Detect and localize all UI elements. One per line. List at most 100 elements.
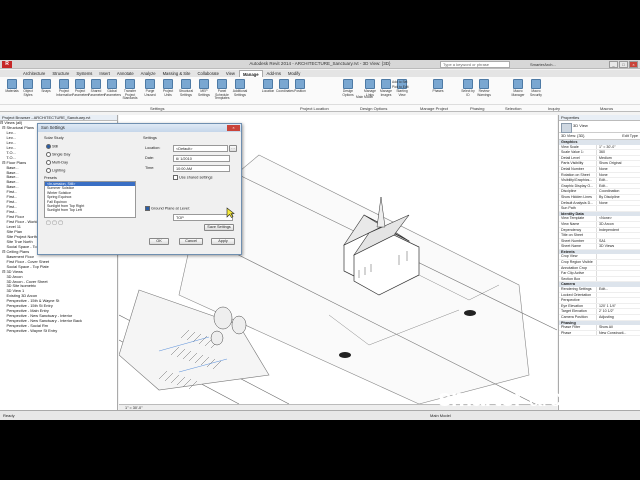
ribbon-button-panel-schedule-templates[interactable]: Panel Schedule Templates xyxy=(214,79,230,101)
ribbon-button-phases[interactable]: Phases xyxy=(430,79,446,101)
property-value[interactable]: Edit... xyxy=(596,178,640,183)
property-value[interactable]: 360 xyxy=(596,150,640,155)
tab-view[interactable]: View xyxy=(223,70,238,77)
tab-manage[interactable]: Manage xyxy=(238,70,263,77)
property-value[interactable]: Edit... xyxy=(596,183,640,189)
tab-architecture[interactable]: Architecture xyxy=(20,70,48,77)
property-value[interactable]: 2' 10 1/2" xyxy=(596,309,640,314)
property-value[interactable]: 1" = 30'-0" xyxy=(596,144,640,150)
ribbon-button-mep-settings[interactable]: MEP Settings xyxy=(196,79,212,101)
presets-list[interactable]: <In-session, Still> Summer Solstice Winter… xyxy=(44,181,136,218)
ribbon-button-macro-security[interactable]: Macro Security xyxy=(528,79,544,101)
ground-plane-level-select[interactable]: TOP xyxy=(173,214,233,221)
ribbon-button-project-information[interactable]: Project Information xyxy=(56,79,73,101)
instance-selector[interactable]: 3D View: {3D} Edit Type xyxy=(559,133,640,140)
property-value[interactable]: New Constructi... xyxy=(596,330,640,336)
property-value[interactable]: 120' 1 1/4" xyxy=(596,303,640,309)
property-value[interactable]: Edit... xyxy=(596,287,640,292)
tab-analyze[interactable]: Analyze xyxy=(138,70,159,77)
main-model-select[interactable]: Main Model xyxy=(356,95,373,100)
ribbon-button-coordinates[interactable]: Coordinates xyxy=(276,79,294,101)
radio-lighting[interactable]: Lighting xyxy=(46,168,65,173)
tab-modify[interactable]: Modify xyxy=(285,70,303,77)
maximize-button[interactable]: □ xyxy=(619,61,628,68)
ribbon-button-project-units[interactable]: Project Units xyxy=(160,79,176,101)
preset-toolbar-icons[interactable]: ▢ ▢ ▢ xyxy=(46,220,63,226)
tab-add-ins[interactable]: Add-Ins xyxy=(264,70,284,77)
location-browse-button[interactable]: … xyxy=(229,145,237,152)
preset-item[interactable]: Sunlight from Top Left xyxy=(45,208,135,212)
radio-single-day[interactable]: Single Day xyxy=(46,152,70,157)
use-shared-settings-checkbox[interactable]: Use shared settings xyxy=(173,175,213,180)
property-value[interactable] xyxy=(596,254,640,260)
tab-structure[interactable]: Structure xyxy=(49,70,72,77)
property-value[interactable]: Independent xyxy=(596,227,640,233)
ribbon-button-label: Object Styles xyxy=(23,89,33,97)
ribbon-button-location[interactable]: Location xyxy=(260,79,276,101)
property-value[interactable] xyxy=(596,206,640,211)
ok-button[interactable]: OK xyxy=(149,238,169,245)
ribbon-button-position[interactable]: Position xyxy=(292,79,308,101)
close-button[interactable]: × xyxy=(629,61,638,68)
ribbon-button-object-styles[interactable]: Object Styles xyxy=(20,79,36,101)
property-value[interactable]: SA1 xyxy=(596,238,640,244)
edit-type-button[interactable]: Edit Type xyxy=(622,133,640,140)
browser-tree-item[interactable]: Perspective - Wayne St Entry xyxy=(0,328,117,334)
ribbon-button-transfer-project-standards[interactable]: Transfer Project Standards xyxy=(122,79,138,101)
coordinates-icon xyxy=(279,79,289,89)
tab-massing-site[interactable]: Massing & Site xyxy=(160,70,194,77)
property-value[interactable]: <None> xyxy=(596,216,640,221)
time-field[interactable]: 10:00 AM xyxy=(173,165,230,172)
ribbon-button-global-parameters[interactable]: Global Parameters xyxy=(104,79,121,101)
ribbon-button-macro-manager[interactable]: Macro Manager xyxy=(510,79,526,101)
cancel-button[interactable]: Cancel xyxy=(179,238,203,245)
property-value[interactable] xyxy=(596,233,640,238)
ribbon-button-project-parameters[interactable]: Project Parameters xyxy=(72,79,89,101)
property-value[interactable]: Medium xyxy=(596,155,640,161)
property-value[interactable]: Show All xyxy=(596,325,640,330)
property-name: View Name xyxy=(561,221,580,226)
ribbon-button-materials[interactable]: Materials xyxy=(4,79,20,101)
property-value[interactable] xyxy=(596,276,640,282)
property-value[interactable]: Show Original xyxy=(596,161,640,166)
property-value[interactable] xyxy=(596,265,640,271)
ribbon-button-additional-settings[interactable]: Additional Settings xyxy=(232,79,248,101)
property-value[interactable]: None xyxy=(596,172,640,178)
radio-multi-day[interactable]: Multi-Day xyxy=(46,160,68,165)
ribbon-button-design-options[interactable]: Design Options xyxy=(340,79,356,101)
ribbon-button-structural-settings[interactable]: Structural Settings xyxy=(178,79,194,101)
tab-insert[interactable]: Insert xyxy=(96,70,112,77)
property-value[interactable] xyxy=(596,292,640,298)
type-selector[interactable]: 3D View xyxy=(559,121,640,133)
tab-systems[interactable]: Systems xyxy=(73,70,95,77)
property-value[interactable]: 3D Arcon xyxy=(596,221,640,227)
property-value[interactable] xyxy=(596,260,640,265)
tab-annotate[interactable]: Annotate xyxy=(114,70,137,77)
property-value[interactable]: By Discipline xyxy=(596,194,640,200)
property-value[interactable]: None xyxy=(596,166,640,172)
property-value[interactable] xyxy=(596,271,640,276)
minimize-button[interactable]: _ xyxy=(609,61,618,68)
search-input[interactable]: Type a keyword or phrase xyxy=(440,61,510,68)
tab-collaborate[interactable]: Collaborate xyxy=(195,70,222,77)
property-value[interactable] xyxy=(596,298,640,303)
radio-still[interactable]: Still xyxy=(46,144,58,149)
ribbon-button-shared-parameters[interactable]: Shared Parameters xyxy=(88,79,105,101)
date-field[interactable]: 6/ 1/2010 xyxy=(173,155,230,162)
ribbon-button-snaps[interactable]: Snaps xyxy=(38,79,54,101)
property-value[interactable]: Adjusting xyxy=(596,315,640,320)
ground-plane-checkbox[interactable]: Ground Plane at Level: xyxy=(145,206,190,211)
ribbon-button-select-by-id[interactable]: Select by ID xyxy=(460,79,476,101)
ribbon-button-review-warnings[interactable]: Review Warnings xyxy=(476,79,492,101)
ribbon-button-label: Phases xyxy=(432,89,444,93)
save-settings-button[interactable]: Save Settings xyxy=(204,224,234,231)
property-value[interactable]: Coordination xyxy=(596,189,640,194)
location-field[interactable]: <Default> xyxy=(173,145,228,152)
apply-button[interactable]: Apply xyxy=(211,238,235,245)
dialog-close-button[interactable]: × xyxy=(227,125,240,131)
property-value[interactable]: None xyxy=(596,200,640,206)
pick-to-edit-button[interactable]: Pick to Edit xyxy=(392,85,409,90)
property-value[interactable]: 3D Views xyxy=(596,244,640,249)
user-account[interactable]: SmarterArch... xyxy=(530,61,570,68)
ribbon-button-purge-unused[interactable]: Purge Unused xyxy=(142,79,158,101)
